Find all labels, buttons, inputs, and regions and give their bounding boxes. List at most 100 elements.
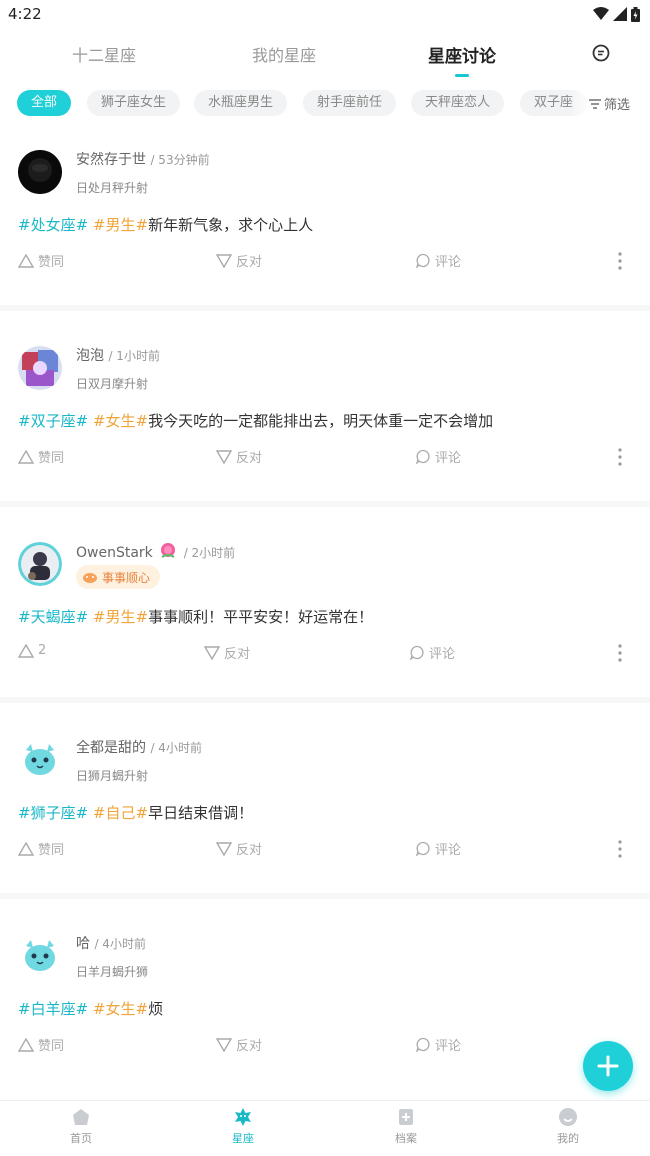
- post-item[interactable]: 哈 / 4小时前 日羊月蝎升狮 #白羊座# #女生#烦 赞同 反对 评论: [0, 912, 650, 1102]
- more-icon[interactable]: [616, 839, 624, 859]
- wish-badge: 事事顺心: [76, 565, 161, 589]
- gender-tag[interactable]: #男生#: [93, 608, 148, 626]
- author-name[interactable]: OwenStark: [76, 545, 153, 561]
- dislike-button[interactable]: 反对: [216, 839, 262, 858]
- dislike-button[interactable]: 反对: [216, 1035, 262, 1054]
- nav-me[interactable]: 我的: [538, 1107, 598, 1146]
- tab-twelve-signs[interactable]: 十二星座: [72, 42, 136, 66]
- like-button[interactable]: 赞同: [18, 251, 64, 270]
- more-icon[interactable]: [616, 643, 624, 663]
- dislike-button[interactable]: 反对: [204, 643, 250, 662]
- post-item[interactable]: OwenStark / 2小时前 事事顺心 #天蝎座# #男生#事事顺利！平平安…: [0, 520, 650, 710]
- gender-tag[interactable]: #男生#: [93, 216, 148, 234]
- post-actions: 赞同 反对 评论: [0, 251, 650, 273]
- nav-profile-archive[interactable]: 档案: [376, 1107, 436, 1146]
- avatar[interactable]: [18, 738, 62, 782]
- gender-tag[interactable]: #自己#: [93, 804, 148, 822]
- like-label: 赞同: [38, 843, 65, 858]
- comment-button[interactable]: 评论: [416, 839, 461, 858]
- avatar[interactable]: [18, 150, 62, 194]
- post-actions: 2 反对 评论: [0, 643, 650, 665]
- wifi-icon: [593, 7, 609, 20]
- lucky-cat-icon: [83, 573, 97, 583]
- like-icon: [18, 643, 34, 658]
- post-separator: [0, 501, 650, 507]
- dislike-button[interactable]: 反对: [216, 251, 262, 270]
- dislike-button[interactable]: 反对: [216, 447, 262, 466]
- sign-tag[interactable]: #双子座#: [18, 412, 88, 430]
- filter-chip[interactable]: 水瓶座男生: [194, 90, 288, 116]
- tab-sign-discussion[interactable]: 星座讨论: [428, 42, 496, 67]
- avatar[interactable]: [18, 346, 62, 390]
- filter-chip-all[interactable]: 全部: [17, 90, 72, 116]
- comment-button[interactable]: 评论: [416, 251, 461, 270]
- filter-label: 筛选: [604, 98, 631, 113]
- post-text: 烦: [148, 1000, 164, 1018]
- post-actions: 赞同 反对 评论: [0, 447, 650, 469]
- sign-tag[interactable]: #天蝎座#: [18, 608, 88, 626]
- nav-constellation[interactable]: 星座: [213, 1107, 273, 1146]
- comment-button[interactable]: 评论: [416, 1035, 461, 1054]
- post-item[interactable]: 泡泡 / 1小时前 日双月摩升射 #双子座# #女生#我今天吃的一定都能排出去，…: [0, 324, 650, 514]
- post-actions: 赞同 反对 评论: [0, 839, 650, 861]
- sign-tag[interactable]: #狮子座#: [18, 804, 88, 822]
- author-name[interactable]: 泡泡: [76, 348, 104, 364]
- comment-icon: [416, 1037, 430, 1052]
- post-item[interactable]: 全都是甜的 / 4小时前 日狮月蝎升射 #狮子座# #自己#早日结束借调！ 赞同…: [0, 716, 650, 906]
- filter-chip[interactable]: 射手座前任: [303, 90, 397, 116]
- dislike-label: 反对: [236, 1039, 263, 1054]
- dislike-icon: [216, 841, 232, 856]
- message-icon[interactable]: [590, 42, 612, 64]
- author-name[interactable]: 全都是甜的: [76, 740, 146, 756]
- post-text: 事事顺利！平平安安！好运常在！: [148, 608, 374, 626]
- profile-icon: [559, 1108, 577, 1126]
- comment-button[interactable]: 评论: [410, 643, 455, 662]
- signal-icon: [613, 7, 627, 21]
- post-content[interactable]: #狮子座# #自己#早日结束借调！: [18, 802, 253, 823]
- like-button[interactable]: 2: [18, 643, 46, 658]
- more-icon[interactable]: [616, 251, 624, 271]
- like-button[interactable]: 赞同: [18, 1035, 64, 1054]
- more-icon[interactable]: [616, 447, 624, 467]
- filter-chip[interactable]: 狮子座女生: [87, 90, 181, 116]
- dislike-icon: [216, 1037, 232, 1052]
- comment-button[interactable]: 评论: [416, 447, 461, 466]
- bottom-nav: 首页 星座 档案 我的: [0, 1100, 650, 1156]
- like-button[interactable]: 赞同: [18, 447, 64, 466]
- like-icon: [18, 253, 34, 268]
- post-time: / 4小时前: [150, 741, 202, 755]
- sign-info: 日羊月蝎升狮: [76, 965, 149, 979]
- comment-label: 评论: [435, 843, 462, 858]
- post-separator: [0, 893, 650, 899]
- post-text: 新年新气象，求个心上人: [148, 216, 314, 234]
- post-content[interactable]: #天蝎座# #男生#事事顺利！平平安安！好运常在！: [18, 606, 373, 627]
- filter-icon: [589, 98, 601, 109]
- author-name[interactable]: 安然存于世: [76, 152, 146, 168]
- status-bar: 4:22: [0, 0, 650, 28]
- like-button[interactable]: 赞同: [18, 839, 64, 858]
- like-label: 赞同: [38, 255, 65, 270]
- avatar[interactable]: [18, 934, 62, 978]
- nav-label: 星座: [232, 1132, 254, 1145]
- gender-tag[interactable]: #女生#: [93, 1000, 148, 1018]
- post-content[interactable]: #白羊座# #女生#烦: [18, 998, 163, 1019]
- post-content[interactable]: #处女座# #男生#新年新气象，求个心上人: [18, 214, 313, 235]
- new-post-button[interactable]: [583, 1041, 633, 1091]
- home-icon: [73, 1109, 89, 1125]
- sign-tag[interactable]: #处女座#: [18, 216, 88, 234]
- dislike-icon: [216, 449, 232, 464]
- avatar[interactable]: [18, 542, 62, 586]
- sign-tag[interactable]: #白羊座#: [18, 1000, 88, 1018]
- author-name[interactable]: 哈: [76, 936, 90, 952]
- tab-my-sign[interactable]: 我的星座: [252, 42, 316, 66]
- filter-button[interactable]: 筛选: [588, 94, 630, 113]
- sign-info: 日狮月蝎升射: [76, 769, 149, 783]
- dislike-label: 反对: [224, 647, 251, 662]
- filter-chip[interactable]: 天秤座恋人: [411, 90, 505, 116]
- post-item[interactable]: 安然存于世 / 53分钟前 日处月秤升射 #处女座# #男生#新年新气象，求个心…: [0, 128, 650, 318]
- dislike-icon: [204, 645, 220, 660]
- gender-tag[interactable]: #女生#: [93, 412, 148, 430]
- post-content[interactable]: #双子座# #女生#我今天吃的一定都能排出去，明天体重一定不会增加: [18, 410, 493, 431]
- like-icon: [18, 449, 34, 464]
- nav-home[interactable]: 首页: [51, 1107, 111, 1146]
